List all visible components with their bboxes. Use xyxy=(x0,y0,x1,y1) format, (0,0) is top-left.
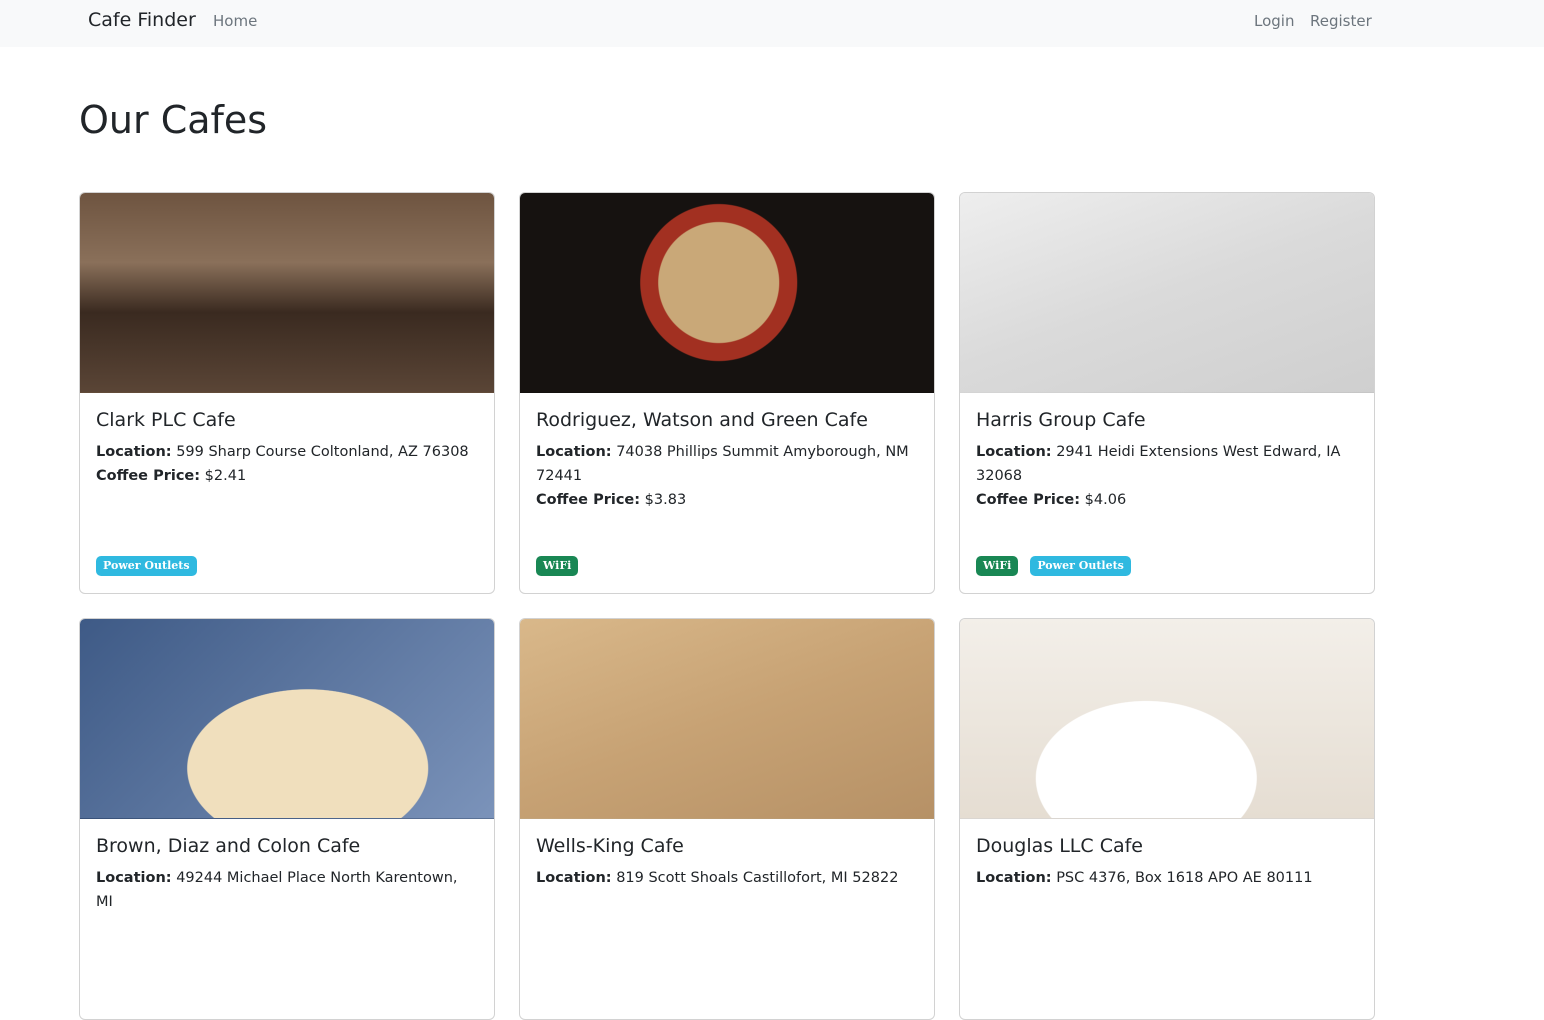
price-value: $4.06 xyxy=(1084,491,1127,508)
cafe-image xyxy=(80,619,494,819)
price-label: Coffee Price: xyxy=(976,491,1081,508)
card-body: Brown, Diaz and Colon Cafe Location: 492… xyxy=(96,835,478,914)
cafe-image xyxy=(520,193,934,393)
cafe-image xyxy=(80,193,494,393)
wifi-badge: WiFi xyxy=(976,556,1019,576)
badge-row: Power Outlets xyxy=(96,556,197,576)
location-label: Location: xyxy=(976,869,1052,886)
power-outlets-badge: Power Outlets xyxy=(1030,556,1131,576)
navbar: Cafe Finder Home Login Register xyxy=(0,0,1544,47)
card-body: Harris Group Cafe Location: 2941 Heidi E… xyxy=(976,409,1358,512)
badge-row: WiFi Power Outlets xyxy=(976,556,1131,576)
cafe-card[interactable]: Clark PLC Cafe Location: 599 Sharp Cours… xyxy=(79,192,495,594)
cafe-name: Rodriguez, Watson and Green Cafe xyxy=(536,409,868,431)
cafe-card[interactable]: Rodriguez, Watson and Green Cafe Locatio… xyxy=(519,192,935,594)
card-body: Wells-King Cafe Location: 819 Scott Shoa… xyxy=(536,835,918,890)
price-value: $3.83 xyxy=(644,491,687,508)
cafe-name: Brown, Diaz and Colon Cafe xyxy=(96,835,361,857)
nav-register-link[interactable]: Register xyxy=(1310,12,1372,30)
location-value: 599 Sharp Course Coltonland, AZ 76308 xyxy=(176,443,469,460)
page-title: Our Cafes xyxy=(79,98,268,142)
cafe-card[interactable]: Brown, Diaz and Colon Cafe Location: 492… xyxy=(79,618,495,1020)
cafe-location: Location: PSC 4376, Box 1618 APO AE 8011… xyxy=(976,866,1358,890)
cafe-card[interactable]: Douglas LLC Cafe Location: PSC 4376, Box… xyxy=(959,618,1375,1020)
cafe-card[interactable]: Harris Group Cafe Location: 2941 Heidi E… xyxy=(959,192,1375,594)
cafe-location: Location: 2941 Heidi Extensions West Edw… xyxy=(976,440,1358,488)
card-body: Douglas LLC Cafe Location: PSC 4376, Box… xyxy=(976,835,1358,890)
price-label: Coffee Price: xyxy=(536,491,641,508)
cafe-image xyxy=(960,193,1374,393)
location-label: Location: xyxy=(536,443,612,460)
cafe-price: Coffee Price: $4.06 xyxy=(976,488,1358,512)
cafe-location: Location: 819 Scott Shoals Castillofort,… xyxy=(536,866,918,890)
price-value: $2.41 xyxy=(204,467,247,484)
cafe-image xyxy=(520,619,934,819)
cafe-name: Harris Group Cafe xyxy=(976,409,1146,431)
brand-link[interactable]: Cafe Finder xyxy=(88,9,196,31)
badge-row: WiFi xyxy=(536,556,579,576)
cafe-name: Douglas LLC Cafe xyxy=(976,835,1143,857)
location-label: Location: xyxy=(96,869,172,886)
nav-login-link[interactable]: Login xyxy=(1254,12,1294,30)
card-body: Clark PLC Cafe Location: 599 Sharp Cours… xyxy=(96,409,478,488)
location-label: Location: xyxy=(536,869,612,886)
cafe-price: Coffee Price: $3.83 xyxy=(536,488,918,512)
cafe-name: Clark PLC Cafe xyxy=(96,409,236,431)
wifi-badge: WiFi xyxy=(536,556,579,576)
cafe-price: Coffee Price: $2.41 xyxy=(96,464,478,488)
price-label: Coffee Price: xyxy=(96,467,201,484)
location-value: PSC 4376, Box 1618 APO AE 80111 xyxy=(1056,869,1313,886)
cafe-location: Location: 74038 Phillips Summit Amyborou… xyxy=(536,440,918,488)
cafe-location: Location: 599 Sharp Course Coltonland, A… xyxy=(96,440,478,464)
cafe-card[interactable]: Wells-King Cafe Location: 819 Scott Shoa… xyxy=(519,618,935,1020)
card-body: Rodriguez, Watson and Green Cafe Locatio… xyxy=(536,409,918,512)
location-label: Location: xyxy=(976,443,1052,460)
location-label: Location: xyxy=(96,443,172,460)
cafe-image xyxy=(960,619,1374,819)
location-value: 819 Scott Shoals Castillofort, MI 52822 xyxy=(616,869,899,886)
power-outlets-badge: Power Outlets xyxy=(96,556,197,576)
cafe-name: Wells-King Cafe xyxy=(536,835,684,857)
nav-home-link[interactable]: Home xyxy=(213,12,257,30)
